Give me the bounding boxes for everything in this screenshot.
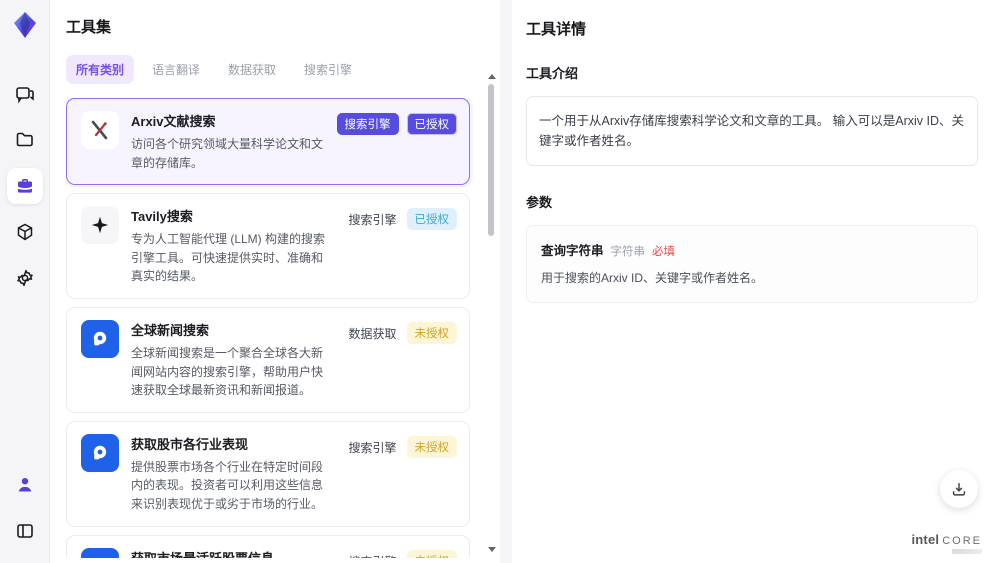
- tool-card-active-stocks[interactable]: 获取市场最活跃股票信息 提供当天交易量最高的股票列表。投资者可以利用这些信息来识…: [66, 534, 470, 558]
- intel-wordmark: intel: [911, 532, 940, 547]
- blue-q-logo-icon: [81, 433, 119, 472]
- pane-divider: [500, 0, 512, 563]
- cube-icon: [15, 222, 35, 242]
- toolbox-icon: [15, 176, 35, 196]
- sidebar-item-files[interactable]: [7, 122, 43, 158]
- sidebar-item-panel-toggle[interactable]: [7, 513, 43, 549]
- tool-description: 专为人工智能代理 (LLM) 构建的搜索引擎工具。可快速提供实时、准确和真实的结…: [131, 232, 326, 284]
- tool-card-sector-performance[interactable]: 获取股市各行业表现 提供股票市场各个行业在特定时间段内的表现。投资者可以利用这些…: [66, 420, 470, 527]
- intro-section-title: 工具介绍: [526, 66, 579, 81]
- tool-list-scrollbar[interactable]: [486, 74, 496, 552]
- param-description: 用于搜索的Arxiv ID、关键字或作者姓名。: [541, 271, 764, 285]
- app-logo-icon: [10, 10, 40, 40]
- core-wordmark: CORE: [942, 535, 982, 547]
- auth-status-badge: 未授权: [406, 435, 457, 458]
- tool-description: 全球新闻搜索是一个聚合全球各大新闻网站内容的搜索引擎，帮助用户快速获取全球最新资…: [131, 345, 324, 398]
- tool-detail-pane: 工具详情 工具介绍 一个用于从Arxiv存储库搜索科学论文和文章的工具。 输入可…: [512, 0, 1000, 563]
- tool-name: Arxiv文献搜索: [131, 114, 216, 129]
- brand-accent-strip: [952, 549, 982, 554]
- tool-name: 获取股市各行业表现: [131, 436, 249, 452]
- download-button[interactable]: [940, 470, 978, 508]
- blue-q-logo-icon: [81, 319, 119, 358]
- category-tabs: 所有类别 语言翻译 数据获取 搜索引擎: [66, 55, 484, 84]
- category-badge: 搜索引擎: [348, 440, 397, 455]
- page-title: 工具集: [66, 19, 112, 36]
- scroll-up-arrow-icon[interactable]: [488, 74, 496, 79]
- tool-name: 获取市场最活跃股票信息: [131, 548, 334, 558]
- tool-list: Arxiv文献搜索 访问各个研究领域大量科学论文和文章的存储库。 搜索引擎 已授…: [66, 98, 484, 558]
- tool-intro-box: 一个用于从Arxiv存储库搜索科学论文和文章的工具。 输入可以是Arxiv ID…: [526, 96, 978, 166]
- tool-description: 提供股票市场各个行业在特定时间段内的表现。投资者可以利用这些信息来识别表现优于或…: [131, 459, 324, 511]
- auth-status-badge: 未授权: [406, 549, 457, 558]
- tool-card-global-news[interactable]: 全球新闻搜索 全球新闻搜索是一个聚合全球各大新闻网站内容的搜索引擎，帮助用户快速…: [66, 306, 470, 413]
- sidebar-item-account[interactable]: [7, 467, 43, 503]
- parameter-card: 查询字符串 字符串 必填 用于搜索的Arxiv ID、关键字或作者姓名。: [526, 225, 978, 303]
- scrollbar-thumb[interactable]: [488, 84, 494, 236]
- sidebar-item-packages[interactable]: [7, 214, 43, 250]
- tool-card-arxiv[interactable]: Arxiv文献搜索 访问各个研究领域大量科学论文和文章的存储库。 搜索引擎 已授…: [66, 98, 470, 186]
- params-section-title: 参数: [526, 195, 553, 210]
- tool-name: 全球新闻搜索: [131, 322, 210, 338]
- tavily-star-icon: [81, 206, 119, 245]
- tool-description: 访问各个研究领域大量科学论文和文章的存储库。: [131, 137, 324, 170]
- tab-all-categories[interactable]: 所有类别: [66, 55, 135, 84]
- chat-icon: [15, 84, 35, 104]
- scroll-down-arrow-icon[interactable]: [488, 547, 496, 552]
- sidebar-item-settings[interactable]: [7, 260, 43, 296]
- tab-data-fetching[interactable]: 数据获取: [218, 55, 286, 84]
- download-icon: [950, 480, 968, 498]
- auth-status-badge: 未授权: [406, 321, 457, 344]
- tool-list-pane: 工具集 所有类别 语言翻译 数据获取 搜索引擎 Arxiv文献搜索 访问各个研究…: [50, 0, 500, 563]
- category-badge: 搜索引擎: [348, 213, 397, 228]
- user-icon: [15, 475, 35, 495]
- category-badge: 搜索引擎: [346, 550, 398, 558]
- param-type: 字符串: [610, 246, 646, 258]
- tool-intro-text: 一个用于从Arxiv存储库搜索科学论文和文章的工具。 输入可以是Arxiv ID…: [539, 114, 965, 148]
- tab-search-engine[interactable]: 搜索引擎: [294, 55, 362, 84]
- category-badge: 搜索引擎: [336, 113, 399, 135]
- detail-title: 工具详情: [526, 21, 587, 38]
- app-window: 工具集 所有类别 语言翻译 数据获取 搜索引擎 Arxiv文献搜索 访问各个研究…: [0, 0, 1000, 563]
- param-name: 查询字符串: [541, 244, 604, 258]
- tool-card-tavily[interactable]: Tavily搜索 专为人工智能代理 (LLM) 构建的搜索引擎工具。可快速提供实…: [66, 193, 470, 299]
- arxiv-logo-icon: [81, 111, 119, 149]
- sidebar-item-tools[interactable]: [6, 168, 43, 204]
- gear-icon: [15, 268, 35, 288]
- intel-core-logo: intel CORE: [911, 532, 982, 547]
- auth-status-badge: 已授权: [406, 113, 457, 135]
- tab-language-translation[interactable]: 语言翻译: [142, 55, 210, 84]
- auth-status-badge: 已授权: [406, 208, 457, 231]
- panel-toggle-icon: [15, 521, 35, 541]
- category-badge: 数据获取: [348, 326, 397, 341]
- blue-q-logo-icon: [81, 547, 119, 558]
- tool-name: Tavily搜索: [131, 209, 193, 225]
- left-rail: [0, 0, 50, 563]
- param-required-badge: 必填: [652, 246, 676, 258]
- sidebar-item-chat[interactable]: [7, 76, 43, 112]
- folder-icon: [15, 130, 35, 150]
